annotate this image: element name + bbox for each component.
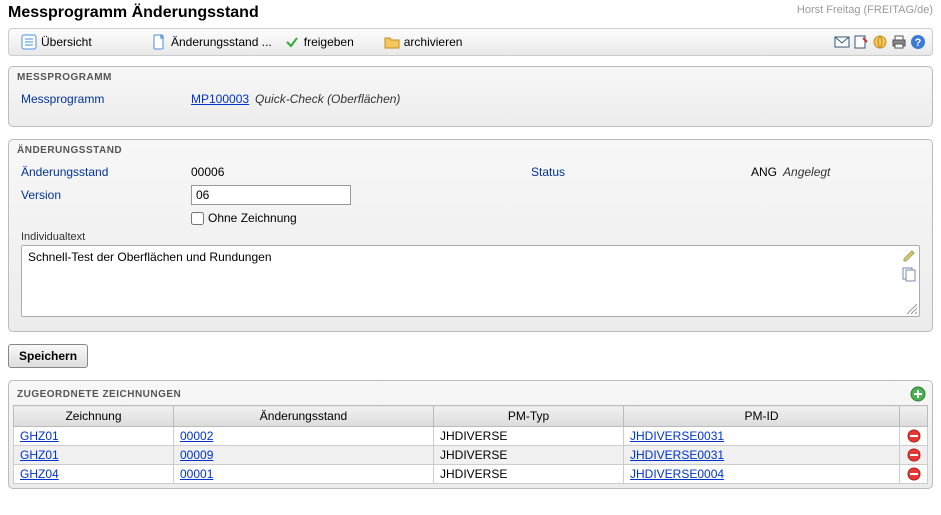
check-icon [284, 34, 300, 50]
revision-link[interactable]: 00001 [180, 467, 213, 481]
status-text: Angelegt [783, 165, 830, 179]
version-label: Version [21, 188, 191, 202]
col-action [900, 406, 928, 427]
archive-button[interactable]: archivieren [378, 32, 469, 52]
pmid-link[interactable]: JHDIVERSE0031 [630, 429, 724, 443]
version-input[interactable] [191, 185, 351, 205]
edit-icon[interactable] [901, 248, 917, 264]
status-code: ANG [751, 165, 777, 179]
drawing-link[interactable]: GHZ01 [20, 448, 59, 462]
save-button[interactable]: Speichern [8, 344, 88, 368]
pmtype-cell: JHDIVERSE [434, 465, 624, 484]
archive-label: archivieren [404, 35, 463, 49]
revision-label: Änderungsstand ... [171, 35, 272, 49]
release-label: freigeben [304, 35, 354, 49]
col-drawing: Zeichnung [14, 406, 174, 427]
page-title: Messprogramm Änderungsstand [8, 4, 259, 22]
resize-grip[interactable] [907, 304, 917, 314]
attach-icon[interactable] [853, 34, 869, 50]
print-icon[interactable] [891, 34, 907, 50]
rev-value: 00006 [191, 165, 531, 179]
messprogramm-panel-title: MESSPROGRAMM [9, 67, 932, 86]
release-button[interactable]: freigeben [278, 32, 378, 52]
copy-icon[interactable] [901, 266, 917, 282]
overview-label: Übersicht [41, 35, 92, 49]
revision-link[interactable]: 00009 [180, 448, 213, 462]
no-drawing-checkbox[interactable] [191, 212, 204, 225]
messprogramm-panel: MESSPROGRAMM Messprogramm MP100003 Quick… [8, 66, 933, 127]
table-row: GHZ01 00009 JHDIVERSE JHDIVERSE0031 [14, 446, 928, 465]
revision-link[interactable]: 00002 [180, 429, 213, 443]
list-icon [21, 34, 37, 50]
document-icon [151, 34, 167, 50]
individual-label: Individualtext [21, 231, 920, 243]
revision-panel: ÄNDERUNGSSTAND Änderungsstand 00006 Stat… [8, 139, 933, 332]
help-icon[interactable]: ? [910, 34, 926, 50]
drawings-table: Zeichnung Änderungsstand PM-Typ PM-ID GH… [13, 405, 928, 484]
drawing-link[interactable]: GHZ01 [20, 429, 59, 443]
status-label: Status [531, 165, 651, 179]
drawings-panel: ZUGEORDNETE ZEICHNUNGEN Zeichnung Änderu… [8, 380, 933, 489]
revision-panel-title: ÄNDERUNGSSTAND [9, 140, 932, 159]
delete-row-button[interactable] [907, 448, 921, 462]
no-drawing-label: Ohne Zeichnung [208, 211, 297, 225]
col-pmtype: PM-Typ [434, 406, 624, 427]
overview-button[interactable]: Übersicht [15, 32, 145, 52]
col-revision: Änderungsstand [174, 406, 434, 427]
pmid-link[interactable]: JHDIVERSE0031 [630, 448, 724, 462]
col-pmid: PM-ID [624, 406, 900, 427]
table-row: GHZ04 00001 JHDIVERSE JHDIVERSE0004 [14, 465, 928, 484]
messprogramm-desc: Quick-Check (Oberflächen) [255, 92, 400, 106]
add-row-button[interactable] [910, 386, 926, 402]
delete-row-button[interactable] [907, 429, 921, 443]
rev-label: Änderungsstand [21, 165, 191, 179]
revision-button[interactable]: Änderungsstand ... [145, 32, 278, 52]
folder-icon [384, 34, 400, 50]
user-info: Horst Freitag (FREITAG/de) [797, 4, 933, 16]
svg-text:?: ? [915, 37, 922, 49]
table-row: GHZ01 00002 JHDIVERSE JHDIVERSE0031 [14, 427, 928, 446]
pmtype-cell: JHDIVERSE [434, 446, 624, 465]
mail-icon[interactable] [834, 34, 850, 50]
pmtype-cell: JHDIVERSE [434, 427, 624, 446]
toolbar: Übersicht Änderungsstand ... freigeben a… [8, 28, 933, 56]
globe-icon[interactable] [872, 34, 888, 50]
individual-textarea[interactable] [22, 246, 897, 316]
drawings-panel-title: ZUGEORDNETE ZEICHNUNGEN [17, 389, 181, 400]
drawing-link[interactable]: GHZ04 [20, 467, 59, 481]
delete-row-button[interactable] [907, 467, 921, 481]
pmid-link[interactable]: JHDIVERSE0004 [630, 467, 724, 481]
messprogramm-link[interactable]: MP100003 [191, 92, 249, 106]
messprogramm-label: Messprogramm [21, 92, 191, 106]
